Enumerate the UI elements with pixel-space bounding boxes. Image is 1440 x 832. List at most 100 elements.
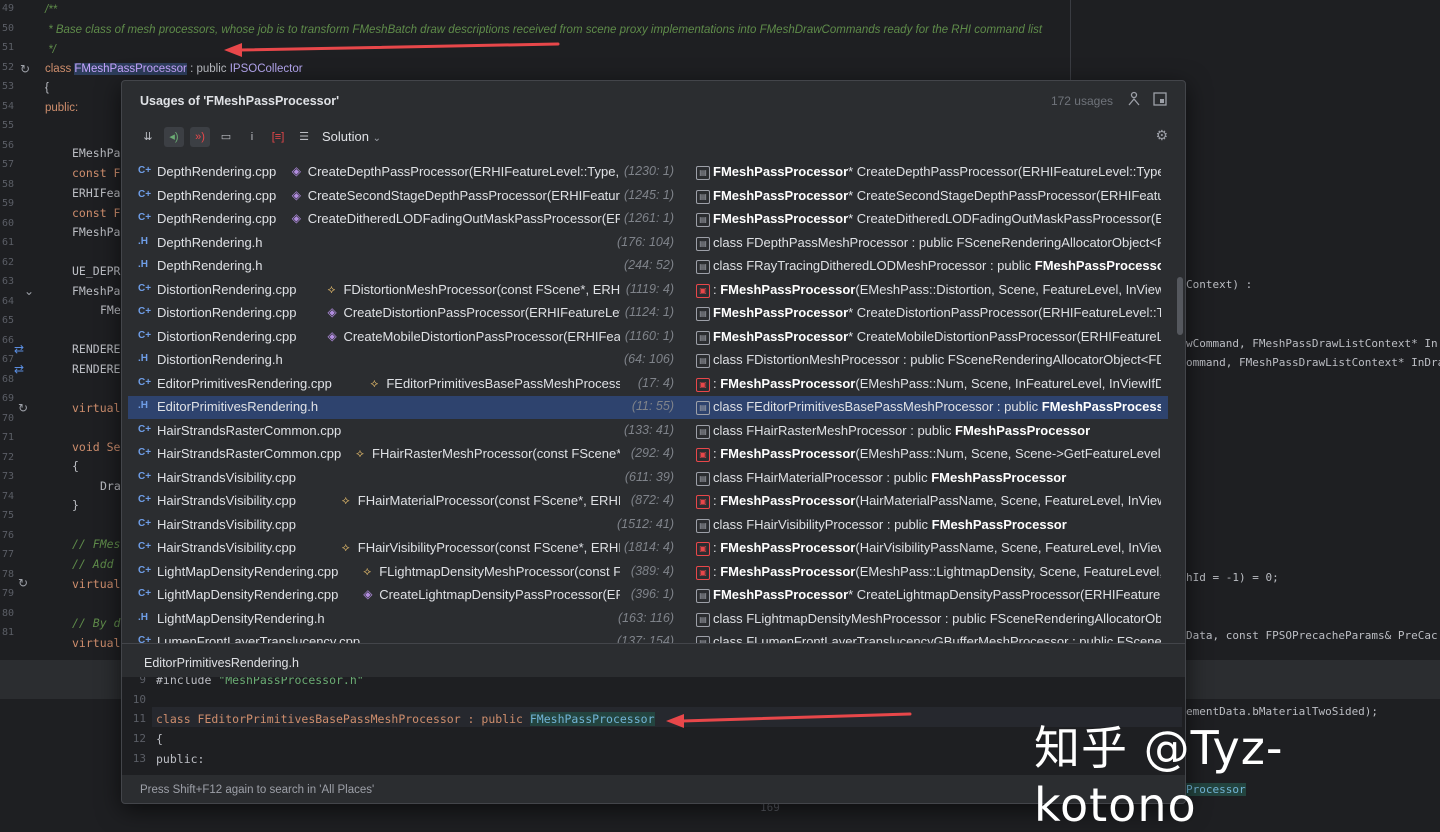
- code-usage-icon: ▤: [696, 589, 710, 603]
- code-text: (EMeshPass::Num, Scene, InFeatureLevel, …: [855, 375, 1161, 391]
- public-line: public:: [45, 102, 79, 114]
- usage-row[interactable]: C+ LumenFrontLayerTranslucency.cpp (137: 1…: [128, 631, 1168, 643]
- usage-file-name: DistortionRendering.cpp: [157, 281, 297, 297]
- find-usages-popup[interactable]: Usages of 'FMeshPassProcessor' 172 usage…: [121, 80, 1186, 804]
- pin-window-icon[interactable]: [1125, 91, 1143, 109]
- usage-file-name: DistortionRendering.cpp: [157, 328, 297, 344]
- info-icon[interactable]: i: [242, 127, 262, 147]
- override-marker-icon[interactable]: ⇄: [14, 362, 24, 376]
- usage-row[interactable]: .H LightMapDensityRendering.h (163: 116) ▤ c…: [128, 608, 1168, 631]
- highlight-usages-icon[interactable]: [≡]: [268, 127, 288, 147]
- read-usages-icon[interactable]: ◂): [164, 127, 184, 147]
- gutter-marker-icon[interactable]: ↻: [20, 62, 30, 76]
- code-text: class FLumenFrontLayerTranslucencyGBuffe…: [713, 634, 1161, 643]
- line-number: 79: [1, 588, 14, 599]
- usage-row[interactable]: .H DepthRendering.h (176: 104) ▤ class FDept…: [128, 232, 1168, 255]
- usage-row[interactable]: C+ HairStrandsVisibility.cpp ⟡ FHairMateria…: [128, 490, 1168, 513]
- usage-row[interactable]: C+ HairStrandsRasterCommon.cpp ⟡ FHairRaste…: [128, 443, 1168, 466]
- method-icon: ◈: [327, 328, 337, 343]
- usage-row[interactable]: C+ HairStrandsVisibility.cpp (611: 39) ▤ cla…: [128, 467, 1168, 490]
- matched-symbol: FMeshPassProcessor: [713, 187, 849, 203]
- usage-row[interactable]: C+ DistortionRendering.cpp ⟡ FDistortionMes…: [128, 279, 1168, 302]
- usage-position: (1261: 1): [623, 211, 674, 225]
- gutter-marker-icon[interactable]: ⌄: [24, 284, 34, 298]
- usage-row[interactable]: .H DepthRendering.h (244: 52) ▤ class FRayTr…: [128, 255, 1168, 278]
- method-icon: ◈: [327, 305, 337, 319]
- usages-list[interactable]: C+ DepthRendering.cpp ◈ CreateDepthPassProc…: [128, 161, 1168, 643]
- class-declaration-line: class FMeshPassProcessor : public IPSOCo…: [45, 63, 303, 75]
- matched-symbol: FMeshPassProcessor: [720, 563, 856, 579]
- cpp-file-icon: C+: [138, 165, 152, 176]
- code-fragment: Data, const FPSOPrecacheParams& PreCac: [1186, 629, 1438, 642]
- usage-row[interactable]: C+ DistortionRendering.cpp ◈ CreateDistorti…: [128, 302, 1168, 325]
- scope-dropdown[interactable]: Solution ⌄: [322, 129, 381, 144]
- usage-file-name: DepthRendering.cpp: [157, 164, 277, 179]
- usage-method: CreateDitheredLODFadingOutMaskPassProces…: [307, 211, 620, 226]
- usage-code-snippet: FMeshPassProcessor* CreateDistortionPass…: [713, 305, 1161, 320]
- line-number: 13: [132, 752, 146, 765]
- usage-row[interactable]: C+ DistortionRendering.cpp ◈ CreateMobileDi…: [128, 326, 1168, 349]
- code-text: class FEditorPrimitivesBasePassMeshProce…: [156, 712, 530, 726]
- class-name[interactable]: FMeshPassProcessor: [74, 63, 187, 75]
- usage-position: (1245: 1): [623, 187, 674, 202]
- code-fragment: }: [72, 498, 79, 512]
- code-fragment: virtual: [72, 401, 121, 415]
- cpp-file-icon: C+: [138, 447, 152, 458]
- code-fragment: ERHIFea: [72, 186, 121, 200]
- matched-symbol: FMeshPassProcessor: [720, 375, 856, 391]
- usage-position: (133: 41): [623, 422, 674, 437]
- code-fragment: // FMes: [72, 537, 121, 551]
- matched-symbol: FMeshPassProcessor: [1041, 399, 1161, 414]
- open-in-window-icon[interactable]: [1151, 91, 1169, 109]
- usage-row[interactable]: C+ HairStrandsVisibility.cpp (1512: 41) ▤ cl…: [128, 514, 1168, 537]
- usage-row[interactable]: C+ LightMapDensityRendering.cpp ⟡ FLightmap…: [128, 561, 1168, 584]
- usage-row[interactable]: C+ LightMapDensityRendering.cpp ◈ CreateLig…: [128, 584, 1168, 607]
- line-number: 12: [132, 732, 146, 745]
- constructor-icon: ⟡: [363, 563, 372, 578]
- usage-row[interactable]: C+ EditorPrimitivesRendering.cpp ⟡ FEditorP…: [128, 373, 1168, 396]
- usage-row[interactable]: C+ DepthRendering.cpp ◈ CreateDepthPassProc…: [128, 161, 1168, 184]
- gutter-marker-icon[interactable]: ↻: [18, 401, 28, 415]
- usage-method: FHairVisibilityProcessor(const FScene*, …: [357, 540, 620, 555]
- gear-icon[interactable]: ⚙: [1155, 127, 1168, 144]
- usages-count: 172 usages: [1050, 94, 1113, 108]
- group-by-directory-icon[interactable]: ▭: [216, 127, 236, 147]
- usage-position: (244: 52): [623, 258, 674, 272]
- usage-row[interactable]: C+ HairStrandsVisibility.cpp ⟡ FHairVisibil…: [128, 537, 1168, 560]
- code-text: #include: [156, 677, 219, 687]
- scrollbar[interactable]: [1177, 277, 1183, 335]
- highlighted-usage[interactable]: FMeshPassProcessor: [529, 712, 655, 726]
- base-class[interactable]: IPSOCollector: [230, 63, 303, 75]
- line-number: 64: [1, 295, 14, 307]
- cpp-file-icon: C+: [138, 588, 152, 599]
- gutter-marker-icon[interactable]: ↻: [18, 576, 28, 590]
- preview-icon[interactable]: ☰: [294, 127, 314, 147]
- line-number: 69: [1, 393, 14, 404]
- constructor-icon: ⟡: [356, 446, 364, 460]
- write-usages-icon[interactable]: »): [190, 127, 210, 147]
- matched-symbol: FMeshPassProcessor: [720, 281, 856, 297]
- method-icon: ◈: [291, 164, 301, 178]
- collapse-all-icon[interactable]: ⇊: [138, 127, 158, 147]
- usage-code-snippet: class FDistortionMeshProcessor : public …: [713, 352, 1161, 367]
- cpp-file-icon: C+: [138, 517, 152, 529]
- code-usage-icon: ▤: [696, 236, 710, 251]
- usage-row[interactable]: .H EditorPrimitivesRendering.h (11: 55) ▤ cl…: [128, 396, 1168, 419]
- code-usage-icon: ▤: [696, 401, 710, 415]
- annotation-arrow: [224, 42, 560, 57]
- matched-symbol: FMeshPassProcessor: [713, 328, 849, 344]
- usage-row[interactable]: C+ HairStrandsRasterCommon.cpp (133: 41) ▤ c…: [128, 420, 1168, 443]
- code-fragment: Dra: [100, 479, 121, 493]
- usage-position: (1814: 4): [623, 540, 674, 554]
- override-marker-icon[interactable]: ⇄: [14, 342, 24, 356]
- usage-file-name: DepthRendering.h: [157, 258, 263, 273]
- write-access-icon: ▣: [696, 542, 710, 556]
- usage-row[interactable]: C+ DepthRendering.cpp ◈ CreateSecondStageDe…: [128, 185, 1168, 208]
- code-preview[interactable]: 9 #include "MeshPassProcessor.h" 10 11 c…: [122, 677, 1185, 775]
- code-usage-icon: ▤: [696, 612, 710, 627]
- usage-row[interactable]: .H DistortionRendering.h (64: 106) ▤ class F…: [128, 349, 1168, 372]
- keyword: class: [45, 63, 72, 75]
- preview-code-line: class FEditorPrimitivesBasePassMeshProce…: [156, 712, 655, 726]
- usage-row[interactable]: C+ DepthRendering.cpp ◈ CreateDitheredLODFa…: [128, 208, 1168, 231]
- code-usage-icon: ▤: [696, 424, 710, 439]
